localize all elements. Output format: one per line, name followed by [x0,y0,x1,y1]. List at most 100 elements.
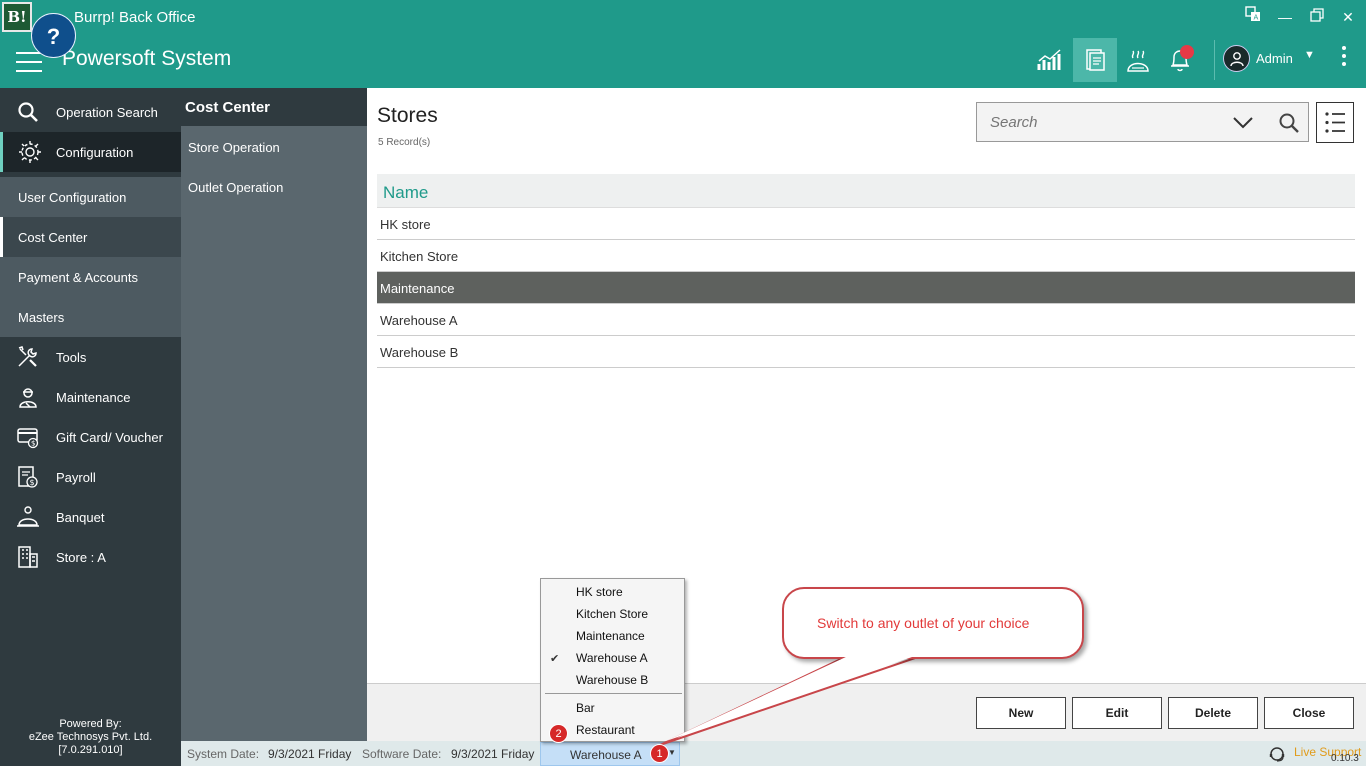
search-icon [0,101,56,123]
search-icon[interactable] [1278,112,1300,137]
nav-maintenance[interactable]: Maintenance [0,377,181,417]
software-date-value: 9/3/2021 Friday [451,747,535,761]
table-row[interactable]: Warehouse B [377,336,1355,368]
user-name[interactable]: Admin [1256,51,1293,66]
cost-center-panel: Cost Center Store Operation Outlet Opera… [181,88,367,741]
maintenance-icon [0,385,56,409]
outlet-operation-link[interactable]: Outlet Operation [188,180,283,195]
table-row[interactable]: Kitchen Store [377,240,1355,272]
action-toolbar: New Edit Delete Close [367,683,1366,741]
checkmark-icon: ✔ [550,653,560,665]
nav-label: Masters [18,309,65,325]
status-bar: System Date: 9/3/2021 Friday Software Da… [181,741,1366,766]
title-bar: B! Burrp! Back Office A — ✕ [0,0,1366,36]
edit-button[interactable]: Edit [1072,697,1162,729]
header-divider [1214,40,1215,80]
nav-label: Banquet [56,509,105,525]
nav-payroll[interactable]: $ Payroll [0,457,181,497]
callout-bubble: Switch to any outlet of your choice [782,587,1084,659]
stores-table: Name HK store Kitchen Store Maintenance … [377,174,1355,368]
nav-store[interactable]: Store : A [0,537,181,577]
chevron-down-icon[interactable] [1232,112,1254,135]
minimize-icon[interactable]: — [1273,6,1297,28]
new-button[interactable]: New [976,697,1066,729]
step-badge-2: 2 [549,724,568,743]
left-navigation: Operation Search Configuration User Conf… [0,88,181,766]
outlet-selected-value: Warehouse A [570,748,642,762]
store-icon [0,545,56,569]
dropdown-item-bar[interactable]: Bar [576,701,595,715]
chart-icon[interactable] [1028,38,1072,82]
nav-payment-accounts[interactable]: Payment & Accounts [0,257,181,297]
nav-label: Tools [56,349,87,365]
callout-text: Switch to any outlet of your choice [817,615,1030,631]
search-box [976,102,1309,142]
vendor-name: eZee Technosys Pvt. Ltd. [28,731,153,743]
nav-configuration[interactable]: Configuration [0,132,181,172]
menu-icon[interactable] [16,52,42,72]
svg-text:$: $ [30,478,35,487]
dropdown-item-hk-store[interactable]: HK store [576,585,623,599]
nav-label: Gift Card/ Voucher [56,429,163,445]
powered-by: Powered By: eZee Technosys Pvt. Ltd. [7.… [0,718,181,757]
panel-title: Cost Center [181,88,367,126]
nav-banquet[interactable]: Banquet [0,497,181,537]
app-logo: B! [2,2,32,32]
kitchen-icon[interactable] [1116,38,1160,82]
nav-masters[interactable]: Masters [0,297,181,337]
dropdown-item-warehouse-a[interactable]: Warehouse A [576,651,648,665]
powered-by-label: Powered By: [59,718,122,730]
company-name: Powersoft System [62,47,232,70]
dropdown-item-kitchen-store[interactable]: Kitchen Store [576,607,648,621]
dropdown-item-maintenance[interactable]: Maintenance [576,629,645,643]
system-date-label: System Date: [187,747,260,761]
nav-user-configuration[interactable]: User Configuration [0,177,181,217]
list-view-button[interactable] [1316,102,1354,143]
store-operation-link[interactable]: Store Operation [188,140,280,155]
gift-card-icon: $ [0,425,56,449]
dropdown-item-restaurant[interactable]: Restaurant [576,723,635,737]
tools-icon [0,345,56,369]
banquet-icon [0,505,56,529]
help-button[interactable]: ? [31,13,76,58]
delete-button[interactable]: Delete [1168,697,1258,729]
dropdown-separator [545,693,682,694]
table-row[interactable]: HK store [377,208,1355,240]
nav-label: Payroll [56,469,96,485]
notification-dot [1180,45,1194,59]
list-icon [1325,112,1345,133]
reports-icon[interactable] [1073,38,1117,82]
step-badge-1: 1 [650,744,669,763]
nav-tools[interactable]: Tools [0,337,181,377]
live-support-icon[interactable] [1268,745,1286,766]
svg-text:A: A [1254,14,1259,22]
nav-label: Maintenance [56,389,131,405]
record-count: 5 Record(s) [378,137,431,148]
table-row-selected[interactable]: Maintenance [377,272,1355,304]
nav-label: User Configuration [18,189,127,205]
nav-gift-card-voucher[interactable]: $ Gift Card/ Voucher [0,417,181,457]
user-menu-chevron-down-icon[interactable]: ▼ [1304,49,1315,61]
gear-icon [3,140,56,164]
app-version: [7.0.291.010] [58,744,123,756]
close-button[interactable]: Close [1264,697,1354,729]
nav-label: Configuration [56,144,134,160]
translate-icon[interactable]: A [1241,6,1265,28]
chevron-down-icon: ▼ [668,748,676,757]
close-icon[interactable]: ✕ [1336,6,1360,28]
nav-label: Operation Search [56,104,158,120]
nav-cost-center[interactable]: Cost Center [0,217,181,257]
nav-label: Store : A [56,549,106,565]
outlet-dropdown-menu: HK store Kitchen Store Maintenance ✔ War… [540,578,685,742]
table-row[interactable]: Warehouse A [377,304,1355,336]
restore-icon[interactable] [1305,6,1329,28]
search-input[interactable] [983,111,1233,133]
more-options-icon[interactable] [1336,46,1352,74]
column-header-name[interactable]: Name [377,174,1355,208]
notification-bell-icon[interactable] [1158,38,1202,82]
dropdown-item-warehouse-b[interactable]: Warehouse B [576,673,648,687]
user-avatar-icon[interactable] [1223,45,1250,72]
page-title: Stores [377,104,438,127]
nav-operation-search[interactable]: Operation Search [0,92,181,132]
window-title: Burrp! Back Office [74,9,196,26]
